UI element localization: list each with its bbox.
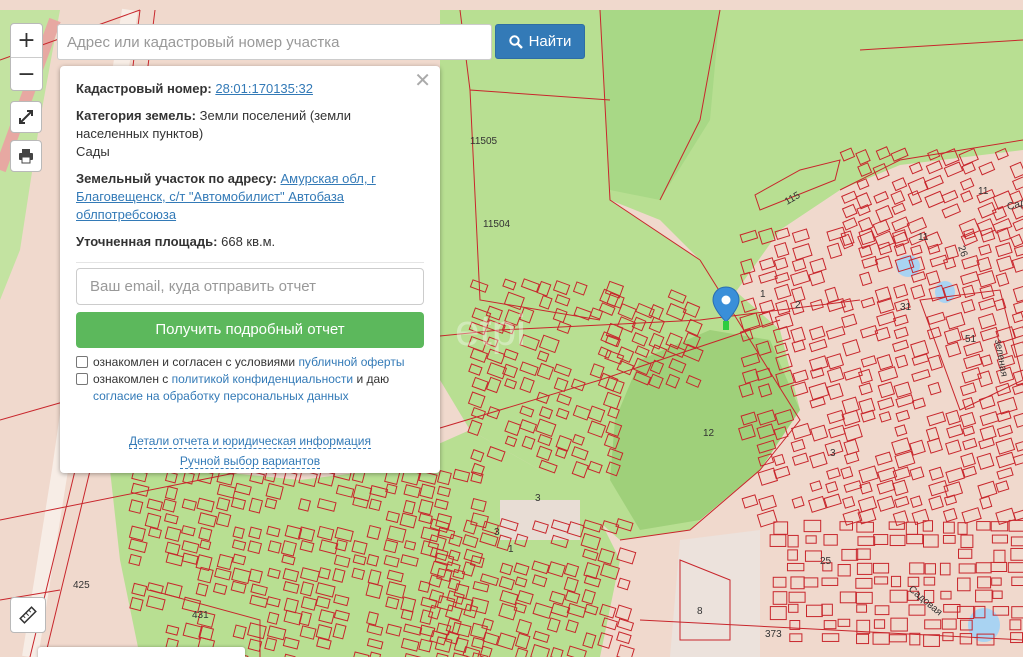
category-sub: Сады [76,144,110,159]
map-label: 1 [760,289,766,300]
bottom-panel[interactable] [38,647,245,657]
privacy-consent-mid: и даю [353,372,390,386]
map-label: 3 [535,493,541,504]
parcel-info-panel: ✕ Кадастровый номер: 28:01:170135:32 Кат… [60,66,440,473]
map-label: 8 [697,606,703,617]
search-input[interactable]: Адрес или кадастровый номер участка [57,24,492,60]
report-details-link[interactable]: Детали отчета и юридическая информация [129,434,371,449]
search-button-label: Найти [528,33,572,50]
map-label: 51 [965,334,977,345]
map-label: 373 [765,629,782,640]
fullscreen-button[interactable] [10,101,42,133]
cadastral-label: Кадастровый номер: [76,81,212,96]
privacy-policy-link[interactable]: политикой конфиденциальности [172,372,353,386]
ruler-icon [19,606,37,624]
map-label: 11505 [470,136,498,147]
manual-selection-link[interactable]: Ручной выбор вариантов [179,454,321,469]
category-row: Категория земель: Земли поселений (земли… [76,107,424,161]
map-label: 11 [978,186,989,197]
personal-data-consent-link[interactable]: согласие на обработку персональных данны… [93,389,349,403]
area-row: Уточненная площадь: 668 кв.м. [76,233,424,251]
map-label: 431 [192,610,209,621]
map-label: 11 [918,232,929,243]
fullscreen-icon [19,110,33,124]
address-label: Земельный участок по адресу: [76,171,277,186]
offer-consent-text: ознакомлен и согласен с условиями [93,355,299,369]
watermark: etpi [455,306,526,355]
area-value: 668 кв.м. [221,234,276,249]
privacy-consent-checkbox[interactable] [76,373,88,385]
map-label: 3 [830,448,836,459]
map-label: 11504 [483,219,511,230]
privacy-consent-text: ознакомлен с [93,372,172,386]
map-label: 31 [900,302,912,313]
search-button[interactable]: Найти [495,24,585,59]
map-label: 3 [494,527,500,538]
address-row: Земельный участок по адресу: Амурская об… [76,170,424,224]
map-label: 25 [820,556,832,567]
print-button[interactable] [10,140,42,172]
offer-consent-checkbox[interactable] [76,356,88,368]
category-label: Категория земель: [76,108,197,123]
map-label: 12 [703,428,715,439]
panel-links: Детали отчета и юридическая информация Р… [76,431,424,471]
divider [76,262,424,263]
zoom-out-button[interactable]: − [11,57,42,90]
public-offer-link[interactable]: публичной оферты [298,355,404,369]
privacy-consent-checkbox-row: ознакомлен с политикой конфиденциальност… [76,371,424,405]
close-icon[interactable]: ✕ [414,70,431,90]
map-label: 2 [795,300,801,311]
cadastral-number-link[interactable]: 28:01:170135:32 [215,81,313,96]
zoom-in-button[interactable]: + [11,24,42,57]
area-label: Уточненная площадь: [76,234,218,249]
search-icon [508,34,523,49]
get-report-button[interactable]: Получить подробный отчет [76,312,424,348]
cadastral-row: Кадастровый номер: 28:01:170135:32 [76,80,424,98]
email-input[interactable]: Ваш email, куда отправить отчет [76,268,424,305]
zoom-control: + − [10,23,43,91]
map-label: 425 [73,580,90,591]
offer-consent-checkbox-row: ознакомлен и согласен с условиями публич… [76,354,424,371]
print-icon [19,149,33,164]
ruler-button[interactable] [10,597,46,633]
map-label: 1 [508,544,514,555]
